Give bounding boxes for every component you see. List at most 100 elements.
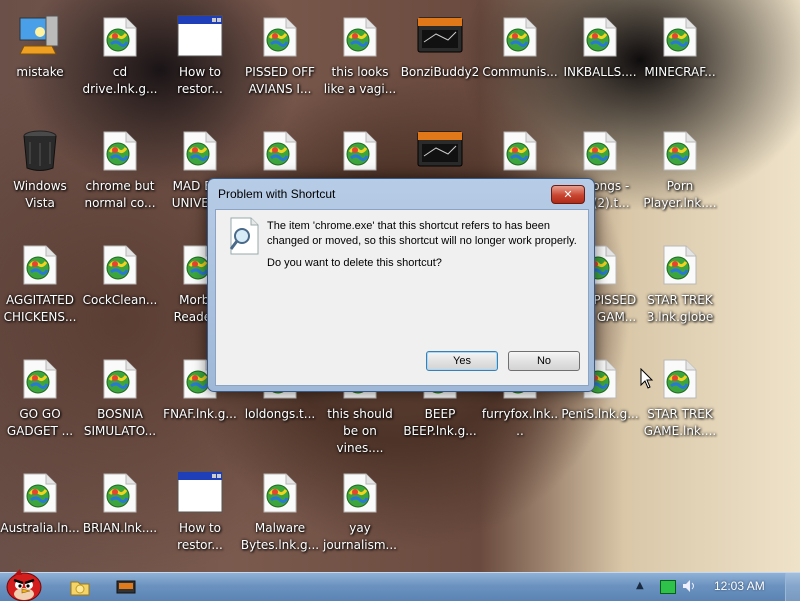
mouse-cursor-icon xyxy=(640,368,654,389)
desktop-icon-label: INKBALLS.... xyxy=(563,65,637,79)
desktop-icon-label: mistake xyxy=(16,65,64,79)
globe-shortcut-icon xyxy=(656,354,704,402)
globe-shortcut-icon xyxy=(656,240,704,288)
desktop-icon-label: STAR TREK 3.lnk.globe xyxy=(646,293,714,324)
computer-icon xyxy=(16,12,64,60)
desktop-icon-label: furryfox.lnk.... xyxy=(481,407,559,438)
globe-shortcut-icon xyxy=(256,126,304,174)
desktop-icon[interactable]: How to restor... xyxy=(160,464,240,574)
desktop-icon[interactable]: Malware Bytes.lnk.g... xyxy=(240,464,320,574)
desktop-icon-label: How to restor... xyxy=(177,521,223,552)
dialog-question: Do you want to delete this shortcut? xyxy=(267,257,442,269)
desktop-icon-label: FNAF.lnk.g... xyxy=(163,407,237,421)
globe-shortcut-icon xyxy=(576,12,624,60)
desktop-icon[interactable]: STAR TREK GAME.lnk.... xyxy=(640,350,720,460)
desktop-icon[interactable]: CockClean... xyxy=(80,236,160,346)
recycle-bin-icon xyxy=(16,126,64,174)
desktop-icon[interactable]: MINECRAF... xyxy=(640,8,720,118)
desktop-icon-label: BRIAN.lnk.... xyxy=(82,521,158,535)
close-icon: ✕ xyxy=(563,188,573,201)
desktop-icon[interactable]: AGGITATED CHICKENS... xyxy=(0,236,80,346)
desktop-icon-label: AGGITATED CHICKENS... xyxy=(3,293,77,324)
desktop-icon-label: cd drive.lnk.g... xyxy=(82,65,158,96)
globe-shortcut-icon xyxy=(256,468,304,516)
taskbar-clock[interactable]: 12:03 AM xyxy=(714,579,765,593)
globe-shortcut-icon xyxy=(576,126,624,174)
desktop-icon-label: this looks like a vagi... xyxy=(323,65,397,96)
globe-shortcut-icon xyxy=(16,468,64,516)
desktop-icon-label: PeniS.lnk.g... xyxy=(561,407,639,421)
globe-shortcut-icon xyxy=(176,126,224,174)
desktop-icon[interactable]: mistake xyxy=(0,8,80,118)
desktop-icon-label: BOSNIA SIMULATO... xyxy=(83,407,157,438)
desktop-icon-label: CockClean... xyxy=(82,293,158,307)
media-player-icon xyxy=(116,580,136,594)
globe-shortcut-icon xyxy=(496,12,544,60)
globe-shortcut-icon xyxy=(256,12,304,60)
desktop-icon-label: Porn Player.lnk.... xyxy=(643,179,717,210)
desktop-icon[interactable]: cd drive.lnk.g... xyxy=(80,8,160,118)
desktop-icon-label: STAR TREK GAME.lnk.... xyxy=(643,407,717,438)
desktop-icon[interactable]: this looks like a vagi... xyxy=(320,8,400,118)
desktop-icon-label: Malware Bytes.lnk.g... xyxy=(240,521,320,552)
desktop-icon-label: BEEP BEEP.lnk.g... xyxy=(403,407,477,438)
dialog-title: Problem with Shortcut xyxy=(218,187,336,201)
angry-bird-icon[interactable] xyxy=(0,565,48,601)
desktop-icon-label: BonziBuddy2 xyxy=(400,65,480,79)
desktop-icon[interactable]: BOSNIA SIMULATO... xyxy=(80,350,160,460)
show-hidden-icons-button[interactable]: ▲ xyxy=(636,580,644,591)
desktop-icon[interactable]: BRIAN.lnk.... xyxy=(80,464,160,574)
desktop-icon[interactable]: STAR TREK 3.lnk.globe xyxy=(640,236,720,346)
desktop-icon-label: this should be on vines.... xyxy=(327,407,393,455)
globe-shortcut-icon xyxy=(656,126,704,174)
globe-shortcut-icon xyxy=(16,354,64,402)
desktop-icon[interactable]: GO GO GADGET ... xyxy=(0,350,80,460)
desktop-icon[interactable]: BonziBuddy2 xyxy=(400,8,480,118)
desktop-icon[interactable]: Windows Vista xyxy=(0,122,80,232)
globe-shortcut-icon xyxy=(496,126,544,174)
window-app-icon xyxy=(176,468,224,516)
globe-shortcut-icon xyxy=(336,12,384,60)
globe-shortcut-icon xyxy=(96,354,144,402)
desktop-icon-label: GO GO GADGET ... xyxy=(6,407,74,438)
yes-button[interactable]: Yes xyxy=(426,351,498,371)
globe-shortcut-icon xyxy=(336,468,384,516)
taskbar: ▲ 12:03 AM xyxy=(0,569,800,601)
desktop-icon-label: MINECRAF... xyxy=(644,65,716,79)
network-icon[interactable] xyxy=(660,580,676,594)
dialog-body: The item 'chrome.exe' that this shortcut… xyxy=(215,209,589,386)
desktop-icon-label: Australia.ln... xyxy=(0,521,80,535)
dialog-close-button[interactable]: ✕ xyxy=(551,185,585,204)
show-desktop-button[interactable] xyxy=(785,573,800,601)
app-window-icon xyxy=(416,126,464,174)
folder-icon xyxy=(70,581,90,596)
desktop-icon[interactable]: chrome but normal co... xyxy=(80,122,160,232)
desktop-icon[interactable]: Communis... xyxy=(480,8,560,118)
desktop-icon-label: yay journalism... xyxy=(322,521,397,552)
volume-icon[interactable] xyxy=(682,579,698,593)
no-button[interactable]: No xyxy=(508,351,580,371)
globe-shortcut-icon xyxy=(336,126,384,174)
globe-shortcut-icon xyxy=(96,12,144,60)
desktop-icon[interactable]: yay journalism... xyxy=(320,464,400,574)
desktop-icon[interactable]: INKBALLS.... xyxy=(560,8,640,118)
desktop-icon-label: Windows Vista xyxy=(13,179,67,210)
globe-shortcut-icon xyxy=(96,468,144,516)
window-app-icon xyxy=(176,12,224,60)
desktop-icon[interactable]: PISSED OFF AVIANS I... xyxy=(240,8,320,118)
globe-shortcut-icon xyxy=(96,240,144,288)
desktop-icon-label: loldongs.t... xyxy=(244,407,316,421)
desktop-icon-label: PISSED OFF AVIANS I... xyxy=(245,65,315,96)
desktop-icon-label: chrome but normal co... xyxy=(84,179,156,210)
desktop-icon-label: Communis... xyxy=(482,65,558,79)
taskbar-folder-button[interactable] xyxy=(60,575,100,599)
dialog-message: The item 'chrome.exe' that this shortcut… xyxy=(267,220,577,247)
desktop-icon[interactable]: How to restor... xyxy=(160,8,240,118)
desktop-icon-label: How to restor... xyxy=(177,65,223,96)
globe-shortcut-icon xyxy=(96,126,144,174)
desktop-icon[interactable]: Porn Player.lnk.... xyxy=(640,122,720,232)
app-window-icon xyxy=(416,12,464,60)
problem-with-shortcut-dialog: Problem with Shortcut ✕ The item 'chrome… xyxy=(207,178,595,392)
desktop-icon[interactable]: Australia.ln... xyxy=(0,464,80,574)
taskbar-media-button[interactable] xyxy=(106,575,146,599)
